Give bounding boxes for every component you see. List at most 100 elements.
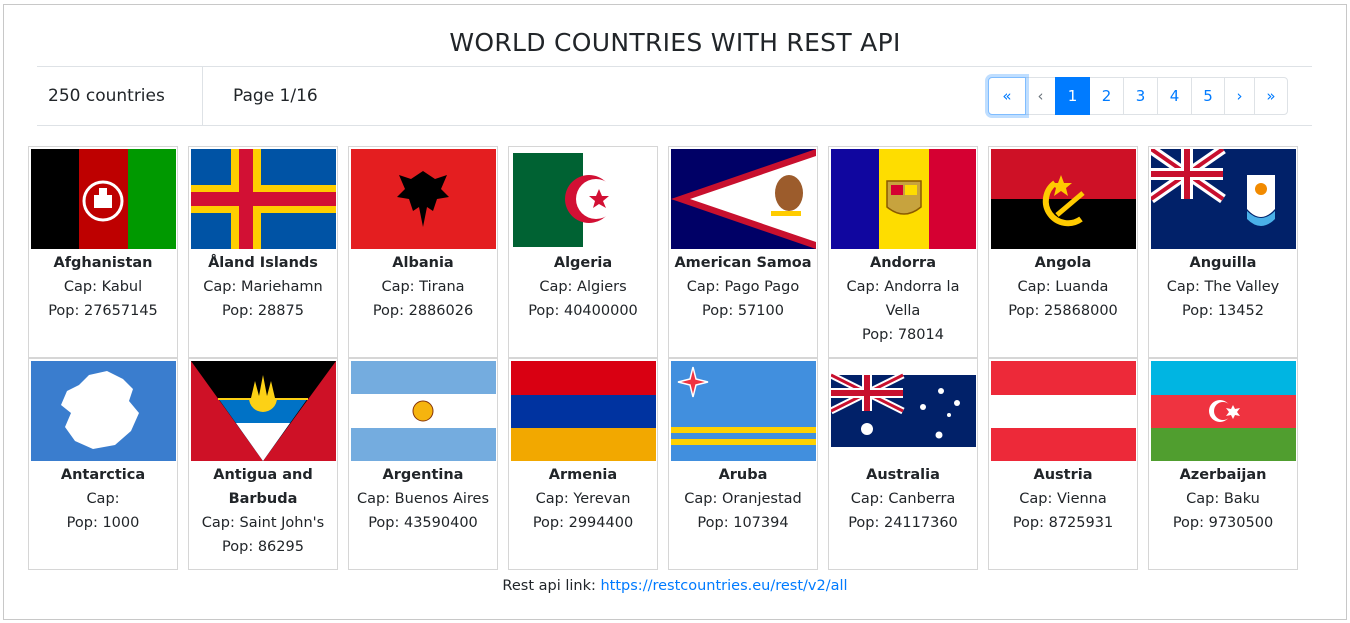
country-card[interactable]: Australia Cap: Canberra Pop: 24117360 [828, 358, 978, 570]
header-divider-bottom [37, 125, 1312, 126]
country-capital: Cap: Mariehamn [203, 279, 323, 295]
country-card[interactable]: Angola Cap: Luanda Pop: 25868000 [988, 146, 1138, 358]
pagination: « ‹ 1 2 3 4 5 › » [988, 77, 1288, 115]
country-capital: Cap: The Valley [1166, 279, 1280, 295]
country-capital: Cap: [86, 491, 120, 507]
country-name: Argentina [382, 467, 464, 483]
page-title: WORLD COUNTRIES WITH REST API [449, 28, 901, 57]
country-name: Anguilla [1189, 255, 1257, 271]
page-5-button[interactable]: 5 [1191, 77, 1225, 115]
country-population: Pop: 2886026 [372, 303, 474, 319]
first-page-button[interactable]: « [988, 77, 1026, 115]
page-3-button[interactable]: 3 [1123, 77, 1158, 115]
rest-api-link[interactable]: https://restcountries.eu/rest/v2/all [600, 578, 847, 594]
country-capital: Cap: Saint John's [201, 515, 325, 531]
armenia-flag-icon [510, 361, 656, 461]
country-capital: Cap: Yerevan [535, 491, 631, 507]
country-population: Pop: 25868000 [1008, 303, 1118, 319]
country-population: Pop: 8725931 [1012, 515, 1114, 531]
country-population: Pop: 40400000 [528, 303, 638, 319]
footer-label: Rest api link: [502, 578, 601, 594]
country-capital: Cap: Tirana [381, 279, 465, 295]
aruba-flag-icon [670, 361, 816, 461]
country-card[interactable]: Albania Cap: Tirana Pop: 2886026 [348, 146, 498, 358]
afghanistan-flag-icon [30, 149, 176, 249]
country-capital: Cap: Baku [1186, 491, 1260, 507]
austria-flag-icon [990, 361, 1136, 461]
country-name: Andorra [870, 255, 936, 271]
country-card[interactable]: American Samoa Cap: Pago Pago Pop: 57100 [668, 146, 818, 358]
country-card[interactable]: Andorra Cap: Andorra la Vella Pop: 78014 [828, 146, 978, 358]
country-population: Pop: 86295 [222, 539, 304, 555]
header-divider-top [37, 66, 1312, 67]
australia-flag-icon [830, 361, 976, 461]
country-population: Pop: 78014 [862, 327, 944, 343]
country-card[interactable]: Algeria Cap: Algiers Pop: 40400000 [508, 146, 658, 358]
country-name: Antarctica [60, 467, 146, 483]
footer: Rest api link: https://restcountries.eu/… [0, 578, 1350, 594]
country-name: Algeria [553, 255, 613, 271]
country-population: Pop: 107394 [697, 515, 789, 531]
page-4-button[interactable]: 4 [1157, 77, 1192, 115]
country-capital: Cap: Luanda [1017, 279, 1109, 295]
country-name: Austria [1033, 467, 1093, 483]
country-population: Pop: 27657145 [48, 303, 158, 319]
country-capital: Cap: Pago Pago [686, 279, 800, 295]
country-population: Pop: 2994400 [532, 515, 634, 531]
andorra-flag-icon [830, 149, 976, 249]
albania-flag-icon [350, 149, 496, 249]
country-count: 250 countries [48, 86, 165, 106]
country-name: Aruba [718, 467, 768, 483]
country-name: Angola [1034, 255, 1092, 271]
country-capital: Cap: Algiers [539, 279, 627, 295]
last-page-button[interactable]: » [1254, 77, 1288, 115]
header-divider-vertical [202, 67, 203, 125]
country-capital: Cap: Canberra [850, 491, 956, 507]
azerbaijan-flag-icon [1150, 361, 1296, 461]
anguilla-flag-icon [1150, 149, 1296, 249]
country-name: Åland Islands [208, 255, 318, 271]
country-card[interactable]: Azerbaijan Cap: Baku Pop: 9730500 [1148, 358, 1298, 570]
country-population: Pop: 28875 [222, 303, 304, 319]
country-card[interactable]: Anguilla Cap: The Valley Pop: 13452 [1148, 146, 1298, 358]
country-name: American Samoa [674, 255, 812, 271]
american-samoa-flag-icon [670, 149, 816, 249]
page-1-button[interactable]: 1 [1055, 77, 1090, 115]
country-capital: Cap: Oranjestad [684, 491, 802, 507]
country-population: Pop: 9730500 [1172, 515, 1274, 531]
country-card[interactable]: Austria Cap: Vienna Pop: 8725931 [988, 358, 1138, 570]
country-card[interactable]: Armenia Cap: Yerevan Pop: 2994400 [508, 358, 658, 570]
country-capital: Cap: Vienna [1019, 491, 1107, 507]
country-population: Pop: 57100 [702, 303, 784, 319]
country-capital: Cap: Kabul [63, 279, 143, 295]
country-grid: Afghanistan Cap: Kabul Pop: 27657145 Åla… [28, 146, 1298, 570]
page-2-button[interactable]: 2 [1089, 77, 1124, 115]
country-card[interactable]: Åland Islands Cap: Mariehamn Pop: 28875 [188, 146, 338, 358]
country-population: Pop: 43590400 [368, 515, 478, 531]
country-card[interactable]: Aruba Cap: Oranjestad Pop: 107394 [668, 358, 818, 570]
prev-page-button[interactable]: ‹ [1025, 77, 1056, 115]
country-capital: Cap: Buenos Aires [356, 491, 490, 507]
country-name: Afghanistan [53, 255, 153, 271]
country-name: Antigua and Barbuda [213, 467, 313, 507]
country-card[interactable]: Afghanistan Cap: Kabul Pop: 27657145 [28, 146, 178, 358]
country-name: Australia [866, 467, 940, 483]
country-card[interactable]: Argentina Cap: Buenos Aires Pop: 4359040… [348, 358, 498, 570]
country-card[interactable]: Antarctica Cap: Pop: 1000 [28, 358, 178, 570]
country-name: Armenia [548, 467, 618, 483]
angola-flag-icon [990, 149, 1136, 249]
country-population: Pop: 24117360 [848, 515, 958, 531]
antigua-and-barbuda-flag-icon [190, 361, 336, 461]
country-capital: Cap: Andorra la Vella [846, 279, 960, 319]
algeria-flag-icon [510, 149, 656, 249]
country-name: Albania [392, 255, 454, 271]
country-name: Azerbaijan [1179, 467, 1267, 483]
antarctica-flag-icon [30, 361, 176, 461]
page-indicator: Page 1/16 [233, 86, 318, 106]
argentina-flag-icon [350, 361, 496, 461]
country-card[interactable]: Antigua and Barbuda Cap: Saint John's Po… [188, 358, 338, 570]
next-page-button[interactable]: › [1224, 77, 1255, 115]
aland-islands-flag-icon [190, 149, 336, 249]
country-population: Pop: 1000 [66, 515, 140, 531]
country-population: Pop: 13452 [1182, 303, 1264, 319]
